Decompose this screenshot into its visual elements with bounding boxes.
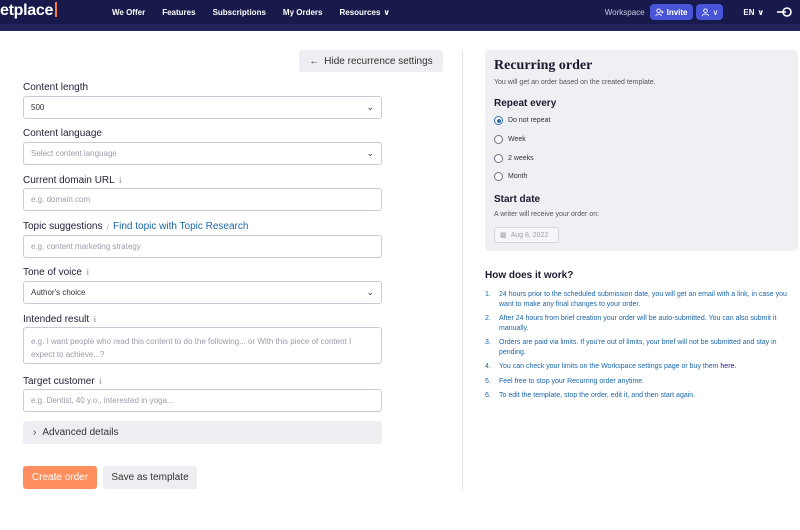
- nav-resources[interactable]: Resources ∨: [339, 8, 389, 17]
- chevron-down-icon: ∨: [383, 7, 390, 17]
- list-item: 2. After 24 hours from brief creation you…: [485, 315, 777, 332]
- nav-right: Workspace Invite ∨ EN ∨: [605, 0, 792, 24]
- recurring-order-panel: Recurring order You will get an order ba…: [485, 50, 798, 251]
- chevron-down-icon: ⌄: [366, 287, 374, 297]
- radio-unchecked-icon: [494, 154, 503, 163]
- save-template-button[interactable]: Save as template: [103, 466, 197, 489]
- language-selector[interactable]: EN ∨: [743, 8, 764, 17]
- advanced-details-toggle[interactable]: › Advanced details: [23, 421, 382, 444]
- topic-suggestions-input[interactable]: e.g. content marketing strategy: [23, 235, 382, 258]
- logo[interactable]: etplace: [0, 2, 58, 20]
- secondary-bar: [0, 24, 800, 31]
- info-icon[interactable]: ℹ: [86, 268, 89, 277]
- main-nav: We Offer Features Subscriptions My Order…: [112, 0, 390, 24]
- list-item: 3. Orders are paid via limits. If you're …: [485, 339, 777, 356]
- calendar-icon: ▦: [500, 232, 507, 239]
- tone-of-voice-label: Tone of voice ℹ: [23, 267, 89, 278]
- radio-week[interactable]: Week: [494, 135, 526, 144]
- user-icon: [701, 7, 709, 16]
- workspace-label: Workspace: [604, 7, 645, 17]
- recurring-subtitle: You will get an order based on the creat…: [494, 79, 656, 86]
- radio-month[interactable]: Month: [494, 172, 527, 181]
- domain-url-label: Current domain URL ℹ: [23, 175, 122, 186]
- tone-of-voice-select[interactable]: Author's choice ⌄: [23, 281, 382, 304]
- intended-result-textarea[interactable]: e.g. I want people who read this content…: [23, 327, 382, 364]
- chevron-down-icon: ⌄: [366, 102, 374, 112]
- recurring-title: Recurring order: [494, 58, 593, 73]
- nav-my-orders[interactable]: My Orders: [283, 8, 323, 17]
- info-icon[interactable]: ℹ: [99, 377, 102, 386]
- start-date-heading: Start date: [494, 194, 541, 205]
- content-language-label: Content language: [23, 128, 102, 139]
- nav-features[interactable]: Features: [162, 8, 195, 17]
- brand-icon[interactable]: [776, 6, 792, 18]
- hide-recurrence-button[interactable]: ← Hide recurrence settings: [299, 50, 443, 72]
- content-language-select[interactable]: Select content language ⌄: [23, 142, 382, 165]
- nav-subscriptions[interactable]: Subscriptions: [213, 8, 266, 17]
- user-menu-button[interactable]: ∨: [695, 4, 724, 20]
- topic-suggestions-label: Topic suggestions / Find topic with Topi…: [23, 221, 249, 232]
- chevron-down-icon: ⌄: [366, 148, 374, 158]
- list-item: 4. You can check your limits on the Works…: [485, 363, 737, 370]
- target-customer-input[interactable]: e.g. Dentist, 40 y.o., interested in yog…: [23, 389, 382, 412]
- radio-do-not-repeat[interactable]: Do not repeat: [494, 116, 550, 125]
- create-order-button[interactable]: Create order: [23, 466, 97, 489]
- radio-2-weeks[interactable]: 2 weeks: [494, 154, 534, 163]
- target-customer-label: Target customer ℹ: [23, 376, 102, 387]
- radio-unchecked-icon: [494, 172, 503, 181]
- topic-research-link[interactable]: Find topic with Topic Research: [113, 221, 248, 232]
- start-date-input[interactable]: ▦ Aug 8, 2022: [494, 227, 559, 243]
- add-user-icon: [655, 7, 664, 16]
- intended-result-label: Intended result ℹ: [23, 314, 97, 325]
- how-it-works-list: 1. 24 hours prior to the scheduled submis…: [485, 290, 795, 406]
- list-item: 1. 24 hours prior to the scheduled submis…: [485, 291, 787, 308]
- list-item: 6. To edit the template, stop the order, …: [485, 392, 696, 399]
- divider: [462, 50, 463, 490]
- arrow-left-icon: ←: [309, 55, 320, 67]
- domain-url-input[interactable]: e.g. domain.com: [23, 188, 382, 211]
- start-date-subtitle: A writer will receive your order on:: [494, 211, 600, 218]
- top-navigation-bar: etplace We Offer Features Subscriptions …: [0, 0, 800, 24]
- buy-limits-link[interactable]: here.: [720, 363, 736, 370]
- invite-button[interactable]: Invite: [649, 4, 693, 20]
- content-length-label: Content length: [23, 82, 89, 93]
- content-length-select[interactable]: 500 ⌄: [23, 96, 382, 119]
- radio-unchecked-icon: [494, 135, 503, 144]
- nav-we-offer[interactable]: We Offer: [112, 8, 145, 17]
- how-it-works-title: How does it work?: [485, 270, 574, 281]
- chevron-down-icon: ∨: [757, 7, 765, 17]
- repeat-heading: Repeat every: [494, 98, 557, 109]
- list-item: 5. Feel free to stop your Recurring order…: [485, 377, 645, 385]
- radio-checked-icon: [494, 116, 503, 125]
- info-icon[interactable]: ℹ: [119, 176, 122, 185]
- chevron-down-icon: ∨: [712, 7, 719, 17]
- chevron-right-icon: ›: [33, 427, 37, 438]
- info-icon[interactable]: ℹ: [93, 315, 96, 324]
